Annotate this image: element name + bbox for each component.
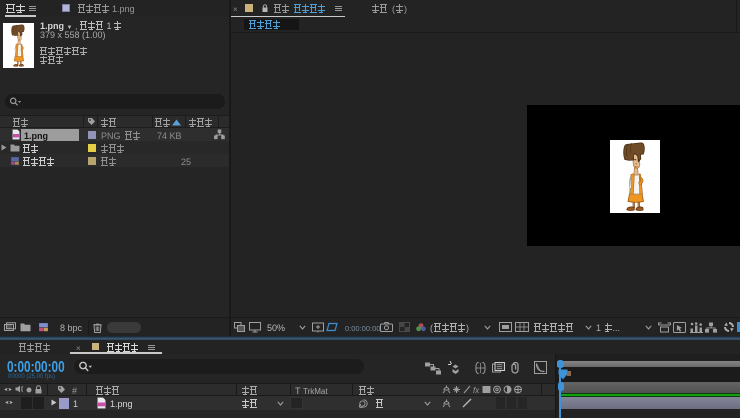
- svg-text:fx: fx: [473, 386, 480, 394]
